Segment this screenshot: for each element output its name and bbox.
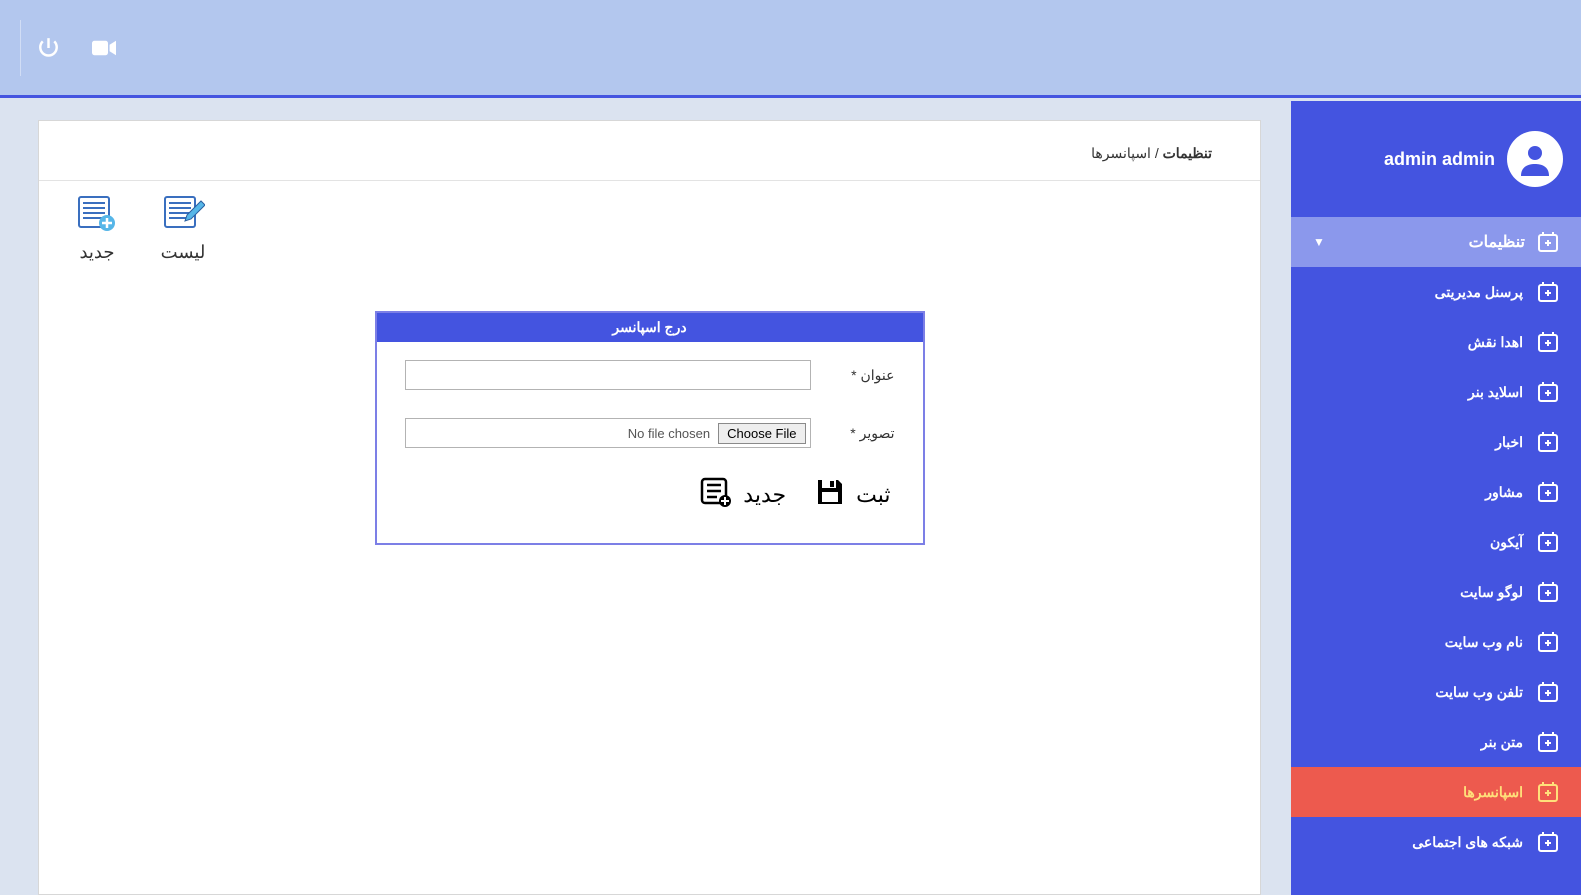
sidebar-item-0[interactable]: پرسنل مدیریتی [1291, 267, 1581, 317]
topbar [0, 0, 1581, 98]
sidebar-item-10[interactable]: اسپانسرها [1291, 767, 1581, 817]
new-button[interactable]: جدید [67, 195, 127, 263]
save-button-label: ثبت [856, 482, 890, 508]
username: admin admin [1384, 149, 1495, 170]
calendar-plus-icon [1537, 581, 1559, 603]
sidebar-item-label: اهدا نقش [1468, 334, 1523, 351]
sidebar-item-label: اخبار [1495, 434, 1523, 451]
sidebar-menu: پرسنل مدیریتی اهدا نقش اسلاید بنر اخبار مشاو… [1291, 267, 1581, 887]
sidebar-item-label: مشاور [1485, 484, 1523, 501]
form-title: درج اسپانسر [377, 313, 923, 342]
row-image: تصویر * No file chosen Choose File [405, 418, 895, 448]
sidebar-item-2[interactable]: اسلاید بنر [1291, 367, 1581, 417]
list-doc-icon [161, 195, 205, 236]
new-doc-icon [75, 195, 119, 236]
sidebar-item-5[interactable]: آیکون [1291, 517, 1581, 567]
calendar-plus-icon [1537, 281, 1559, 303]
sidebar-item-8[interactable]: تلفن وب سایت [1291, 667, 1581, 717]
file-status: No file chosen [628, 426, 710, 441]
topbar-actions [20, 20, 132, 76]
calendar-plus-icon [1537, 431, 1559, 453]
save-icon [814, 476, 846, 513]
new-button-label: جدید [79, 242, 114, 263]
choose-file-button[interactable]: Choose File [718, 423, 805, 444]
sidebar-item-1[interactable]: اهدا نقش [1291, 317, 1581, 367]
toolbar: جدید لیست [39, 181, 1260, 263]
breadcrumb: تنظیمات / اسپانسرها [39, 121, 1260, 181]
calendar-plus-icon [1537, 231, 1559, 253]
sidebar-item-3[interactable]: اخبار [1291, 417, 1581, 467]
title-input[interactable] [405, 360, 811, 390]
sidebar-item-label: متن بنر [1481, 734, 1523, 751]
video-icon[interactable] [76, 20, 132, 76]
sidebar-item-label: نام وب سایت [1445, 634, 1523, 651]
menu-header-settings[interactable]: تنظیمات ▼ [1291, 217, 1581, 267]
sidebar: admin admin تنظیمات ▼ پرسنل مدیریتی اهدا … [1291, 101, 1581, 895]
calendar-plus-icon [1537, 331, 1559, 353]
sidebar-item-4[interactable]: مشاور [1291, 467, 1581, 517]
calendar-plus-icon [1537, 831, 1559, 853]
sidebar-item-7[interactable]: نام وب سایت [1291, 617, 1581, 667]
calendar-plus-icon [1537, 781, 1559, 803]
sidebar-item-11[interactable]: شبکه های اجتماعی [1291, 817, 1581, 867]
user-block: admin admin [1291, 101, 1581, 217]
list-plus-icon [699, 476, 733, 513]
breadcrumb-root: تنظیمات [1163, 145, 1212, 161]
sidebar-item-label: آیکون [1490, 534, 1523, 551]
form-new-button[interactable]: جدید [699, 476, 786, 513]
chevron-down-icon: ▼ [1313, 235, 1325, 249]
content: تنظیمات / اسپانسرها جدید لیست درج اسپانس… [38, 120, 1261, 895]
file-input[interactable]: No file chosen Choose File [405, 418, 811, 448]
sidebar-item-label: پرسنل مدیریتی [1435, 284, 1523, 301]
form-actions: ثبت جدید [405, 476, 895, 513]
form-new-button-label: جدید [743, 482, 786, 508]
calendar-plus-icon [1537, 681, 1559, 703]
list-button[interactable]: لیست [153, 195, 213, 263]
calendar-plus-icon [1537, 531, 1559, 553]
title-label: عنوان * [835, 367, 895, 384]
power-icon[interactable] [20, 20, 76, 76]
sidebar-item-9[interactable]: متن بنر [1291, 717, 1581, 767]
calendar-plus-icon [1537, 481, 1559, 503]
sidebar-item-label: اسپانسرها [1463, 784, 1523, 801]
sidebar-item-label: شبکه های اجتماعی [1412, 834, 1523, 851]
breadcrumb-leaf: اسپانسرها [1091, 145, 1151, 161]
sidebar-item-label: تلفن وب سایت [1435, 684, 1523, 701]
calendar-plus-icon [1537, 731, 1559, 753]
form-body: عنوان * تصویر * No file chosen Choose Fi… [377, 342, 923, 543]
save-button[interactable]: ثبت [814, 476, 890, 513]
sidebar-item-label: لوگو سایت [1460, 584, 1523, 601]
row-title: عنوان * [405, 360, 895, 390]
list-button-label: لیست [161, 242, 206, 263]
image-label: تصویر * [835, 425, 895, 442]
avatar [1507, 131, 1563, 187]
sidebar-item-6[interactable]: لوگو سایت [1291, 567, 1581, 617]
calendar-plus-icon [1537, 631, 1559, 653]
breadcrumb-sep: / [1151, 145, 1163, 161]
sidebar-item-label: اسلاید بنر [1468, 384, 1523, 401]
menu-header-label: تنظیمات [1469, 232, 1525, 252]
form-card: درج اسپانسر عنوان * تصویر * No file chos… [375, 311, 925, 545]
calendar-plus-icon [1537, 381, 1559, 403]
